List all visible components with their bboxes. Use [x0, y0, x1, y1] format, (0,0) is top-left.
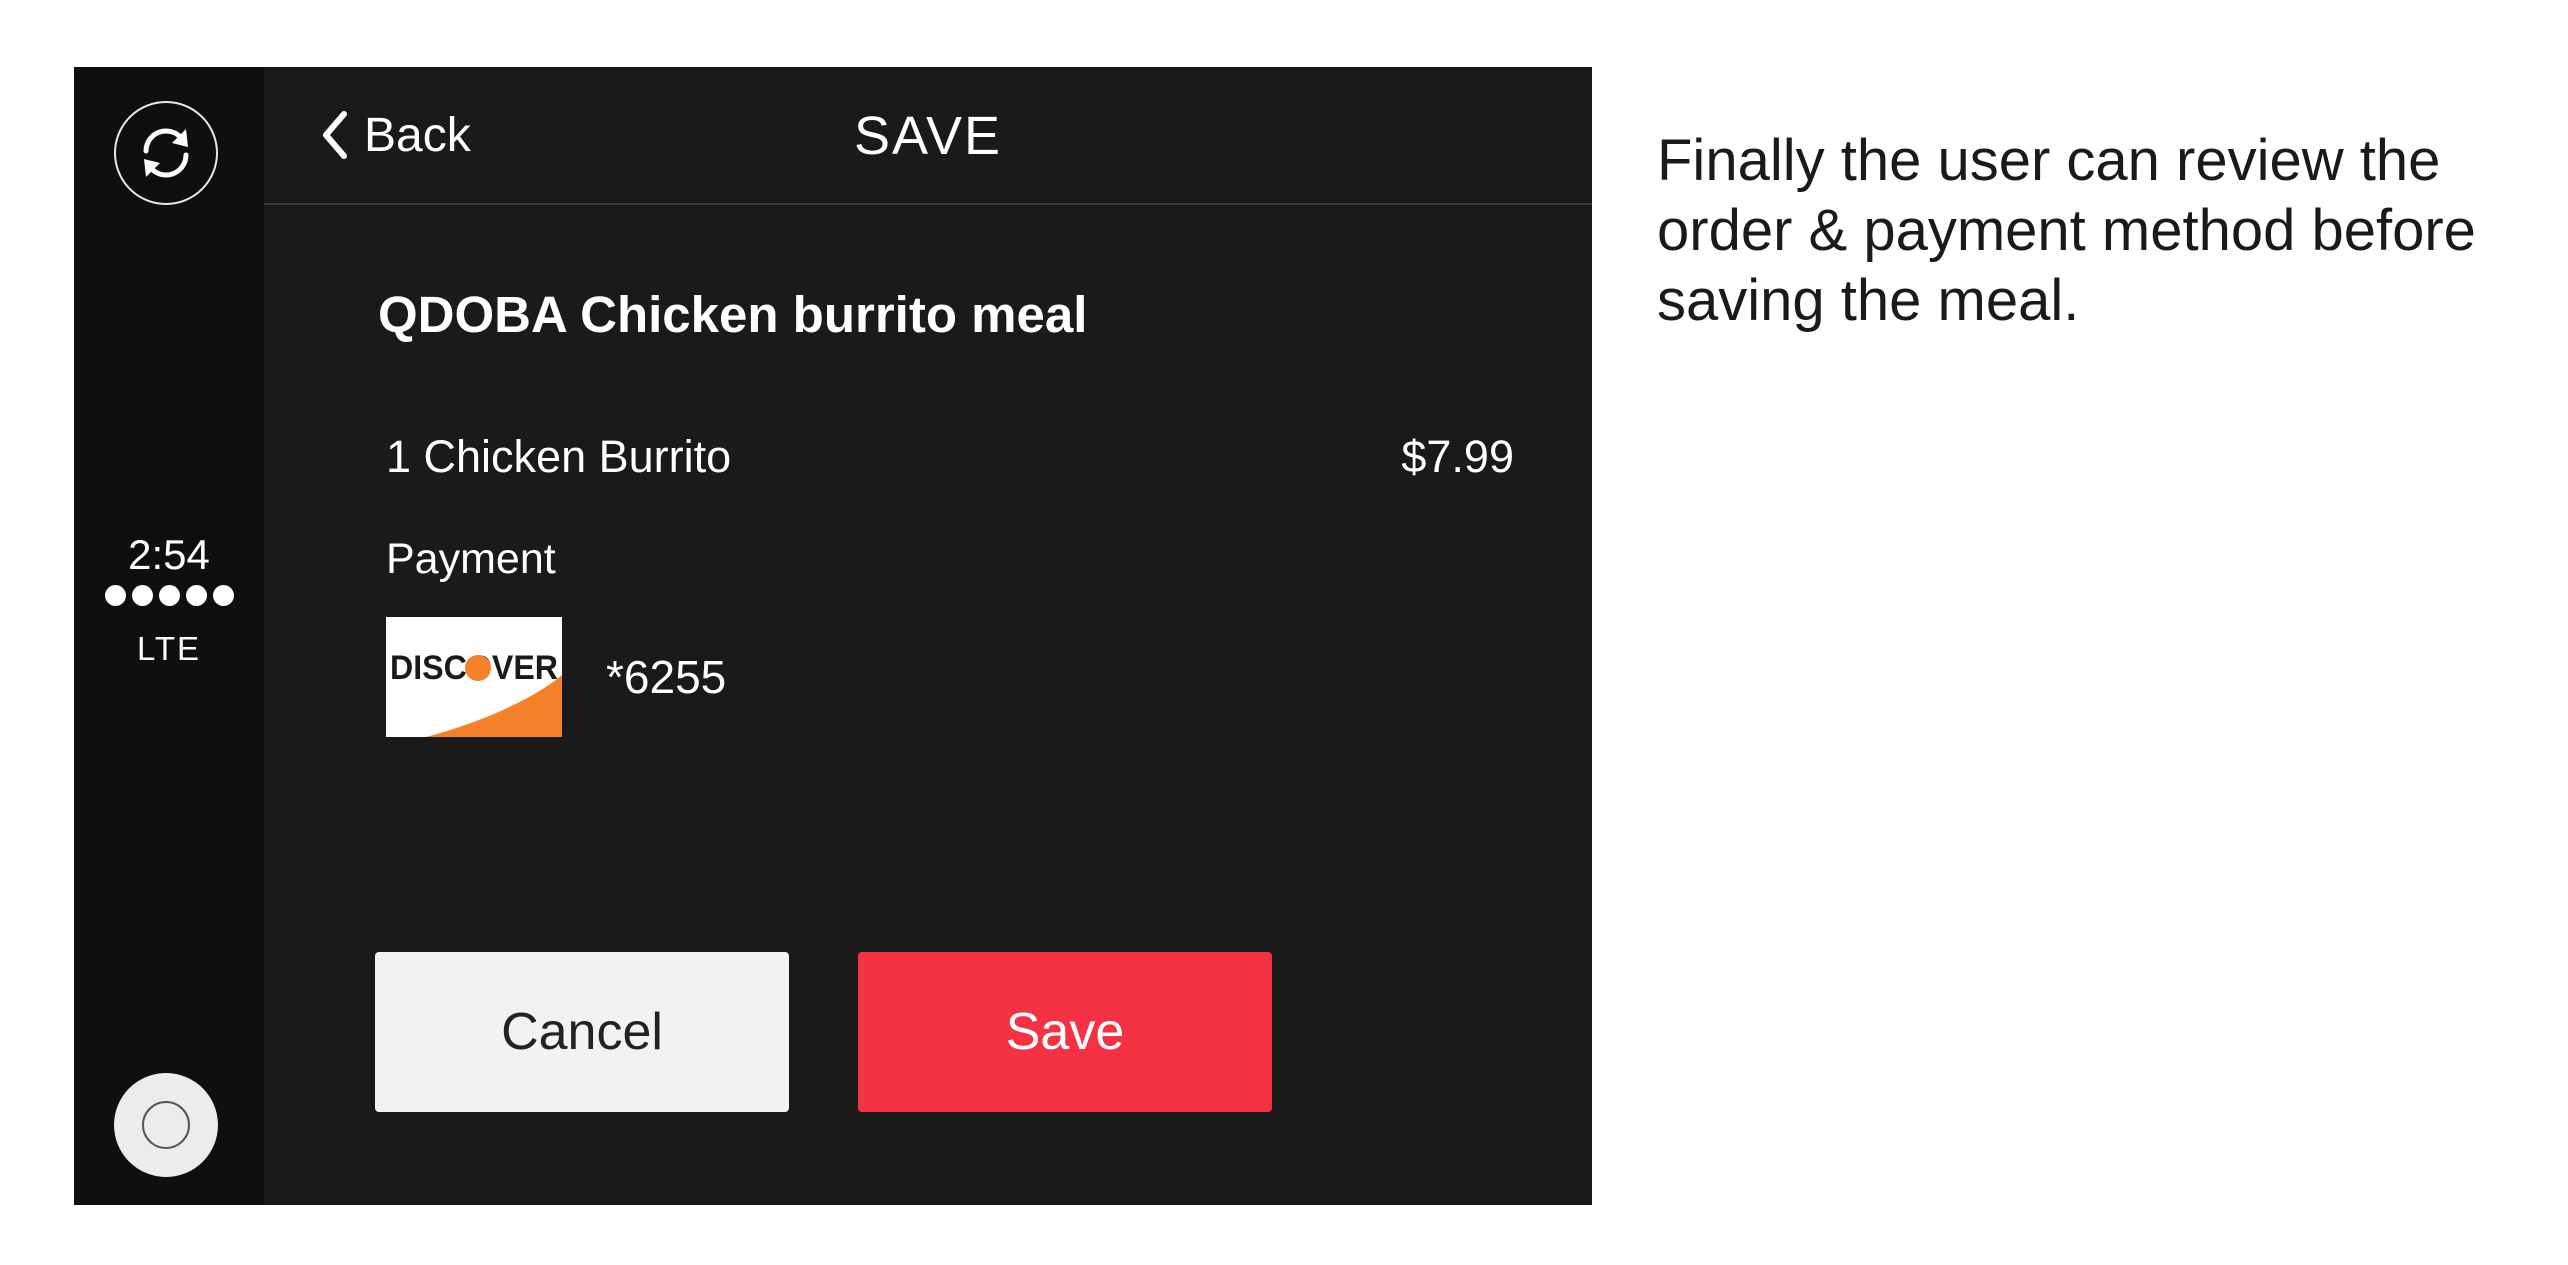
order-item-row: 1 Chicken Burrito $7.99: [386, 431, 1514, 483]
meal-title: QDOBA Chicken burrito meal: [378, 286, 1088, 343]
signal-dot: [158, 585, 180, 606]
card-last-digits: *6255: [606, 651, 727, 703]
back-label: Back: [364, 108, 471, 162]
sidebar: 2:54 LTE: [74, 67, 264, 1205]
item-price: $7.99: [1401, 431, 1514, 482]
clock: 2:54: [128, 531, 210, 578]
signal-dot: [104, 585, 126, 606]
home-button-icon: [142, 1101, 190, 1149]
signal-dot: [185, 585, 207, 606]
discover-card-icon: DISCOVER: [386, 617, 562, 737]
signal-dot: [131, 585, 153, 606]
network-type: LTE: [136, 630, 202, 667]
item-name: 1 Chicken Burrito: [386, 431, 732, 482]
chevron-left-icon: [323, 111, 347, 159]
back-button[interactable]: Back: [320, 103, 471, 167]
home-button[interactable]: [114, 1073, 218, 1177]
payment-label: Payment: [386, 535, 556, 583]
signal-dot: [212, 585, 234, 606]
payment-method[interactable]: DISCOVER *6255: [386, 617, 726, 737]
top-bar: Back SAVE: [264, 67, 1592, 205]
save-button[interactable]: Save: [858, 952, 1272, 1112]
caption-text: Finally the user can review the order & …: [1657, 128, 2476, 333]
status-indicator: 2:54 LTE: [74, 531, 264, 668]
sync-button[interactable]: [114, 101, 218, 205]
cancel-button[interactable]: Cancel: [375, 952, 789, 1112]
order-review: QDOBA Chicken burrito meal 1 Chicken Bur…: [264, 205, 1592, 1205]
signal-strength-icon: [74, 585, 264, 606]
sync-arrows-icon: [143, 128, 189, 178]
carplay-screen: 2:54 LTE Back SAVE QDOBA Chicken burrito…: [74, 67, 1592, 1205]
